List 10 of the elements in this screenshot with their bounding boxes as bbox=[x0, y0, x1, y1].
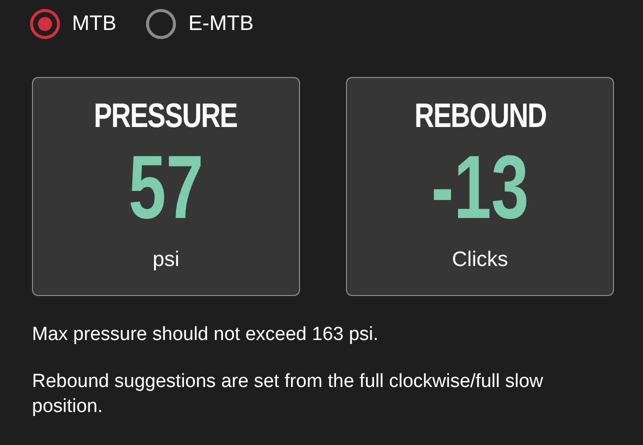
note-text: Max pressure should not exceed 163 psi. bbox=[32, 323, 380, 347]
note-text: Rebound suggestions are set from the full clockwise/full slow position. bbox=[32, 370, 544, 419]
radio-option[interactable]: E-MTB bbox=[146, 8, 254, 40]
card-value: -13 bbox=[431, 140, 529, 236]
card-title: REBOUND bbox=[414, 96, 546, 136]
card-unit: psi bbox=[152, 247, 180, 273]
radio-option[interactable]: MTB bbox=[30, 8, 116, 40]
card-value: 57 bbox=[128, 140, 204, 236]
card-unit: Clicks bbox=[452, 247, 508, 273]
card-title: PRESSURE bbox=[94, 96, 238, 136]
